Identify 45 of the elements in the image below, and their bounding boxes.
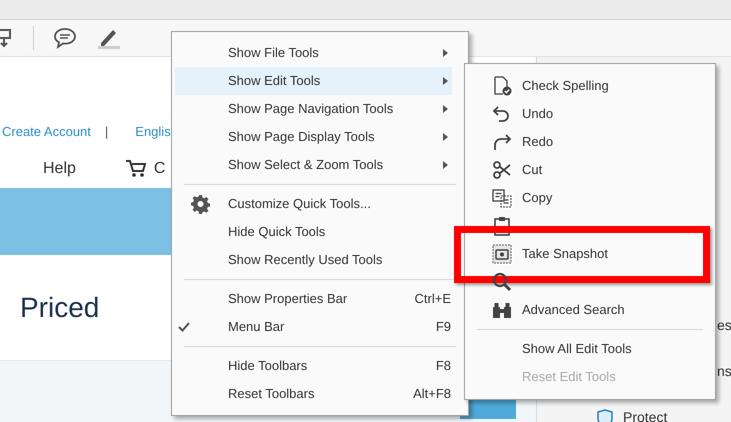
cart-icon[interactable] <box>126 160 146 178</box>
undo-icon <box>492 104 512 124</box>
menu-item[interactable]: Undo <box>522 104 554 124</box>
scissors-icon <box>492 160 512 180</box>
menu-item[interactable]: Show Edit Tools <box>175 67 452 95</box>
link[interactable]: Englis <box>135 122 171 142</box>
search-icon <box>492 272 512 292</box>
page-heading: Priced <box>20 290 100 324</box>
checkmark-icon <box>178 322 190 332</box>
nav-link[interactable]: C <box>154 157 166 181</box>
menu-item[interactable]: Menu Bar F9 <box>175 313 452 341</box>
menu-item[interactable]: Show Page Navigation Tools <box>175 95 452 123</box>
menu-item[interactable]: Advanced Search <box>522 300 625 320</box>
menu-item[interactable]: Reset Toolbars Alt+F8 <box>175 380 452 408</box>
menu-item[interactable]: Check Spelling <box>522 76 609 96</box>
download-icon[interactable] <box>0 28 14 48</box>
divider-text: | <box>104 123 108 142</box>
menu-item[interactable]: Customize Quick Tools... <box>175 190 452 218</box>
menu-item[interactable]: Show Recently Used Tools <box>175 246 452 274</box>
menu-item[interactable]: Hide Quick Tools <box>175 218 452 246</box>
nav-link[interactable]: Help <box>43 157 76 181</box>
pen-icon[interactable] <box>96 27 120 49</box>
menu-item[interactable]: Take Snapshot <box>522 244 608 264</box>
gear-icon <box>190 194 210 214</box>
menu-item[interactable]: Cut <box>522 160 542 180</box>
menu-item[interactable]: Show Page Display Tools <box>175 123 452 151</box>
camera-icon <box>492 244 512 264</box>
panel-text: es <box>717 316 731 335</box>
panel-text: ns <box>717 362 731 381</box>
menu-item[interactable]: Copy <box>522 188 552 208</box>
menu-item[interactable]: Show Properties Bar Ctrl+E <box>175 285 452 313</box>
spell-check-icon <box>492 76 512 96</box>
clipboard-icon <box>492 216 512 236</box>
binoculars-icon <box>492 300 512 320</box>
panel-item[interactable]: Protect <box>623 407 668 422</box>
shield-icon[interactable] <box>597 408 613 422</box>
menu-item[interactable]: Show File Tools <box>175 39 452 67</box>
menu-item[interactable]: Show All Edit Tools <box>522 339 632 359</box>
link[interactable]: Create Account <box>2 122 91 142</box>
redo-icon <box>492 132 512 152</box>
menu-item[interactable]: Show Select & Zoom Tools <box>175 151 452 179</box>
menu-item[interactable]: Hide Toolbars F8 <box>175 352 452 380</box>
comment-icon[interactable] <box>53 27 77 49</box>
copy-icon <box>492 188 512 208</box>
menu-item[interactable]: Redo <box>522 132 554 152</box>
